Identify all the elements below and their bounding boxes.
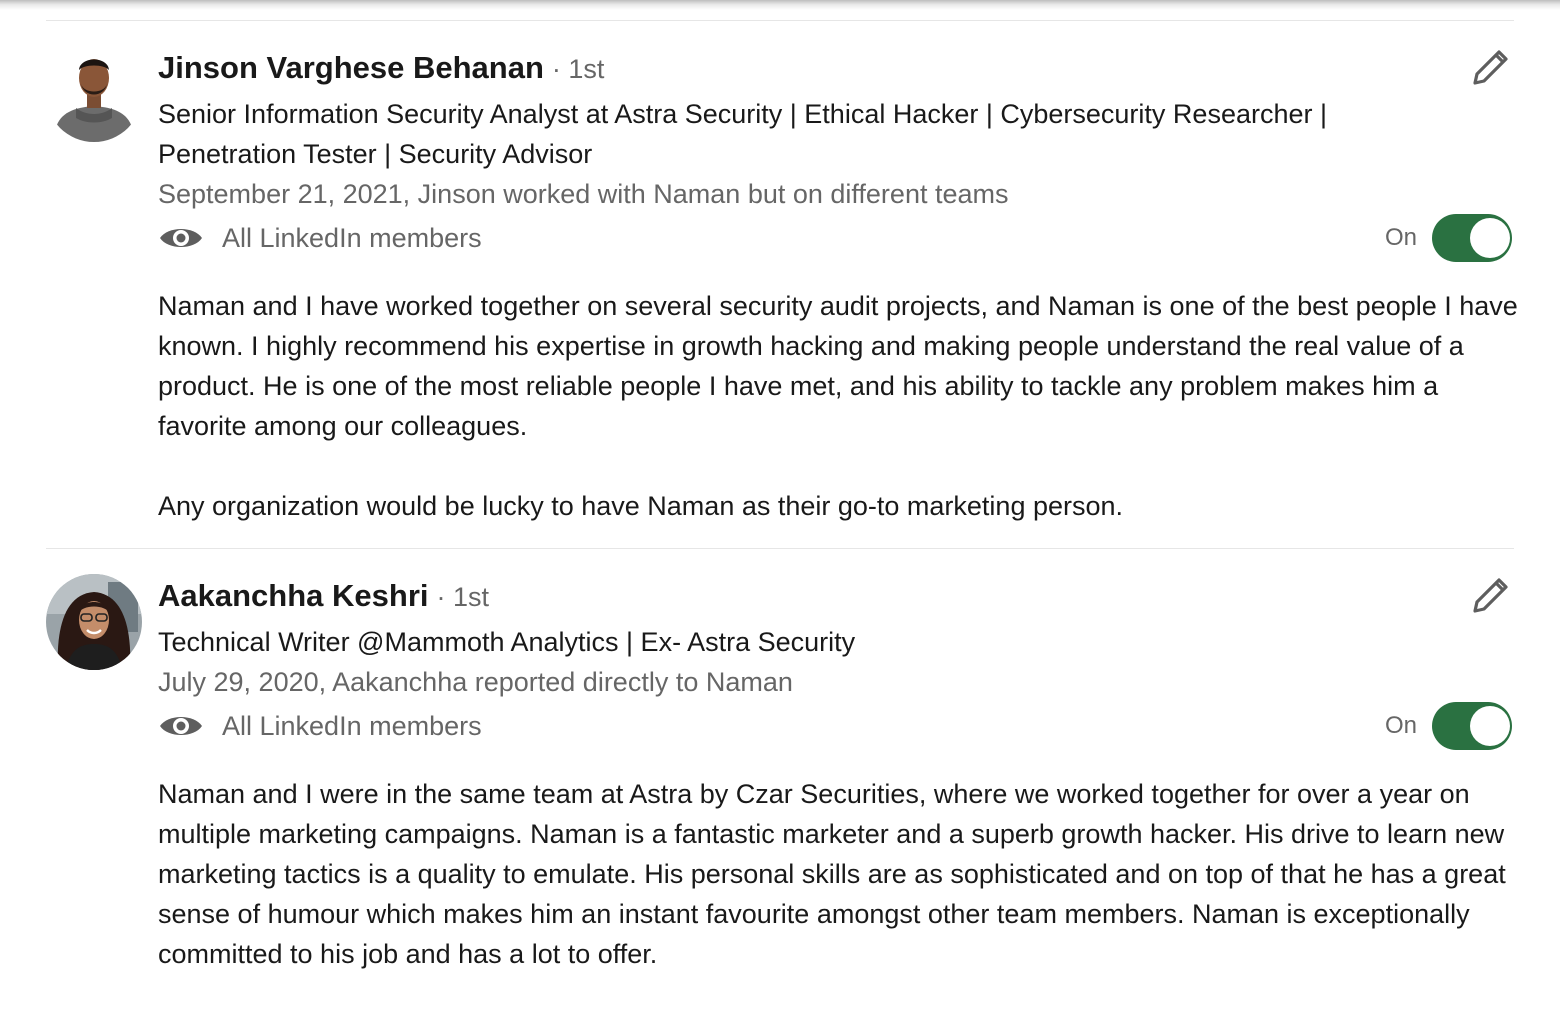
visibility-label: All LinkedIn members [222, 222, 482, 253]
pencil-icon[interactable] [1468, 574, 1512, 618]
visibility-label: All LinkedIn members [222, 710, 482, 741]
pencil-icon[interactable] [1468, 46, 1512, 90]
toggle-knob [1470, 706, 1510, 746]
visibility-setting: All LinkedIn members [158, 704, 482, 748]
toggle-state-label: On [1385, 224, 1418, 251]
eye-icon [160, 717, 202, 735]
visibility-setting: All LinkedIn members [158, 216, 482, 260]
recommender-name[interactable]: Jinson Varghese Behanan [158, 50, 544, 86]
avatar[interactable] [46, 46, 142, 142]
recommendation-paragraph: Naman and I have worked together on seve… [158, 291, 1518, 441]
recommender-headline: Technical Writer @Mammoth Analytics | Ex… [158, 627, 856, 657]
connection-degree: · 1st [436, 582, 490, 612]
top-shadow [0, 0, 1560, 10]
toggle-switch[interactable] [1432, 214, 1512, 262]
toggle-knob [1470, 218, 1510, 258]
recommendation-paragraph: Naman and I were in the same team at Ast… [158, 779, 1506, 969]
recommender-headline: Senior Information Security Analyst at A… [158, 99, 1328, 169]
connection-degree: · 1st [551, 54, 605, 84]
show-recommendation-toggle[interactable]: On [1385, 701, 1513, 751]
avatar[interactable] [46, 574, 142, 670]
divider [46, 20, 1514, 21]
recommendation-date-relation: July 29, 2020, Aakanchha reported direct… [158, 667, 793, 697]
recommendation-paragraph: Any organization would be lucky to have … [158, 491, 1124, 521]
recommendation-text: Naman and I were in the same team at Ast… [158, 774, 1518, 974]
recommendation-text: Naman and I have worked together on seve… [158, 286, 1518, 526]
recommendation-date-relation: September 21, 2021, Jinson worked with N… [158, 179, 1009, 209]
toggle-switch[interactable] [1432, 702, 1512, 750]
toggle-state-label: On [1385, 712, 1418, 739]
eye-icon [160, 229, 202, 247]
divider [46, 548, 1514, 549]
show-recommendation-toggle[interactable]: On [1385, 213, 1513, 263]
recommender-name[interactable]: Aakanchha Keshri [158, 578, 429, 614]
